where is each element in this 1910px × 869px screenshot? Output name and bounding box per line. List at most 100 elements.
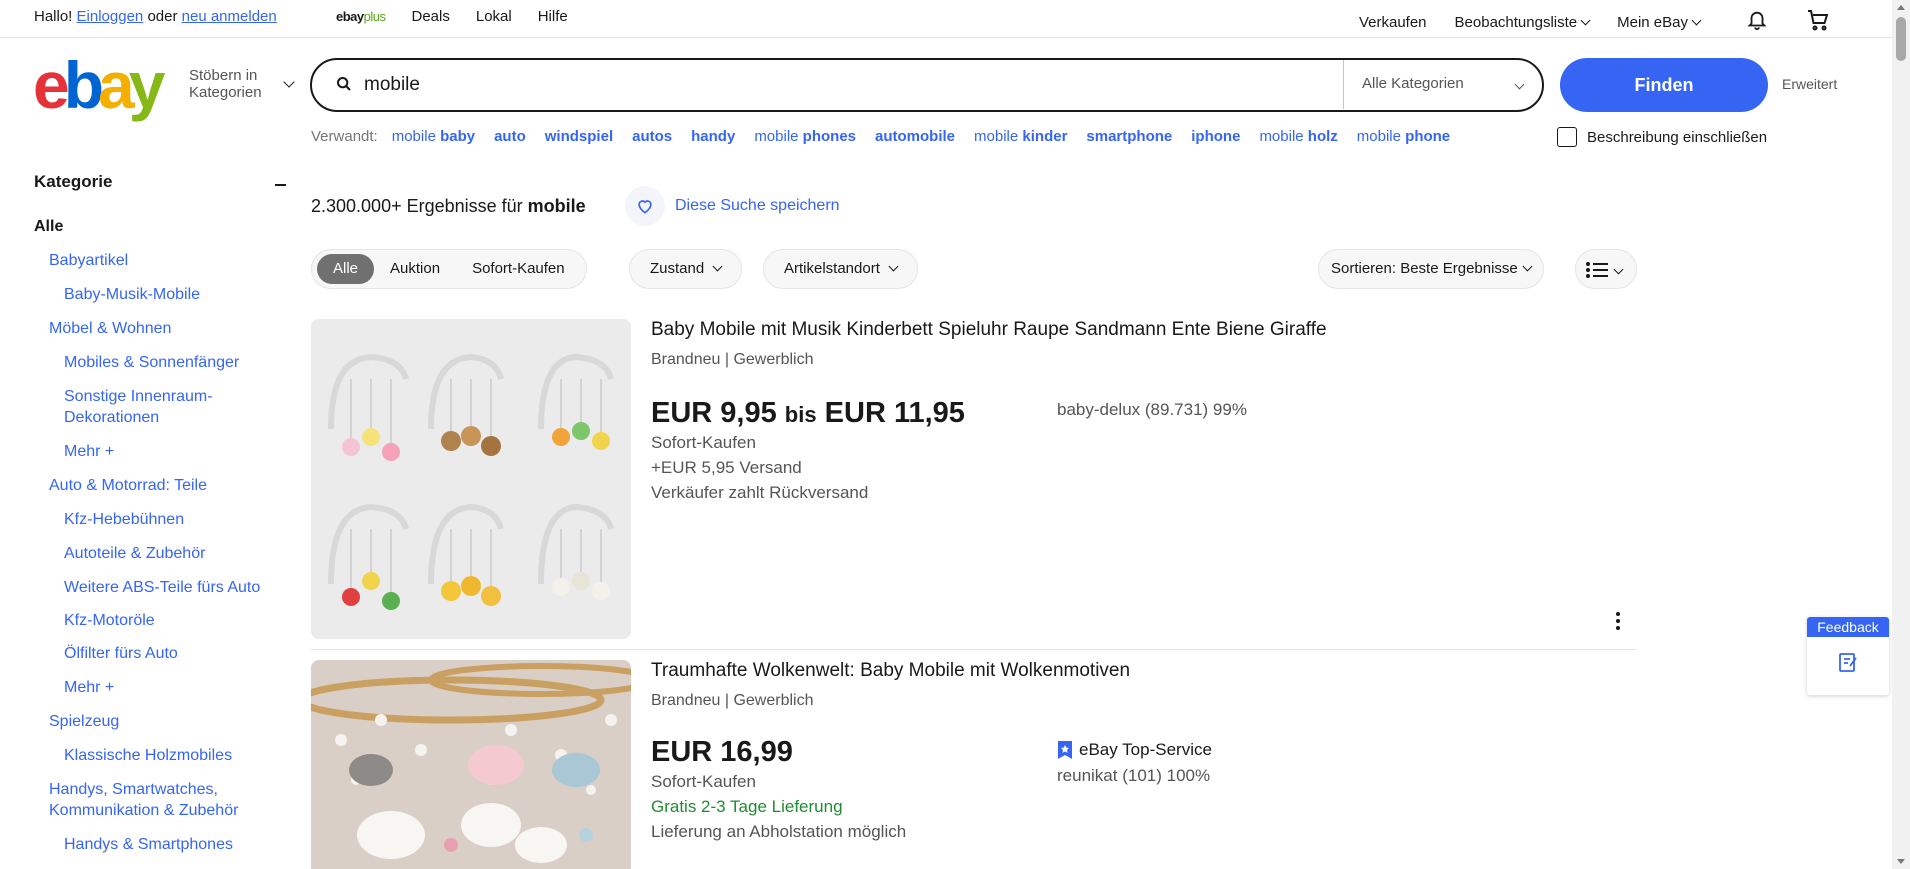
sidebar-item[interactable]: Weitere ABS-Teile fürs Auto xyxy=(64,577,260,598)
top-right-nav: Verkaufen Beobachtungsliste Mein eBay xyxy=(1359,8,1830,36)
cart-button[interactable] xyxy=(1806,8,1830,36)
segment-buy-now[interactable]: Sofort-Kaufen xyxy=(456,254,581,284)
feedback-widget[interactable]: Feedback xyxy=(1807,617,1889,695)
list-view-icon xyxy=(1586,262,1608,278)
ebay-plus-brand: ebay xyxy=(336,9,364,24)
find-button[interactable]: Finden xyxy=(1560,58,1768,112)
watchlist-menu[interactable]: Beobachtungsliste xyxy=(1454,13,1591,31)
segment-auction[interactable]: Auktion xyxy=(374,254,456,284)
listing-title[interactable]: Baby Mobile mit Musik Kinderbett Spieluh… xyxy=(651,319,1327,341)
scroll-down-arrow[interactable] xyxy=(1897,859,1905,864)
browse-categories-button[interactable]: Stöbern in Kategorien xyxy=(189,67,262,101)
sidebar-item-all[interactable]: Alle xyxy=(34,216,63,237)
related-link[interactable]: automobile xyxy=(875,128,955,145)
listing-title[interactable]: Traumhafte Wolkenwelt: Baby Mobile mit W… xyxy=(651,660,1130,682)
heart-icon xyxy=(638,200,652,214)
checkbox-label: Beschreibung einschließen xyxy=(1587,128,1768,146)
listing-image[interactable] xyxy=(311,319,631,639)
sidebar-item[interactable]: Handys & Smartphones xyxy=(64,834,233,855)
chevron-down-icon xyxy=(712,261,723,272)
search-icon xyxy=(337,77,351,91)
related-link[interactable]: windspiel xyxy=(545,128,613,145)
logo-letter: b xyxy=(63,48,104,122)
nav-local[interactable]: Lokal xyxy=(476,8,512,25)
category-chevron[interactable] xyxy=(1511,78,1525,96)
browse-chevron[interactable] xyxy=(280,76,295,94)
checkbox-box[interactable] xyxy=(1557,127,1577,147)
watchlist-label: Beobachtungsliste xyxy=(1454,13,1578,31)
more-options-button[interactable] xyxy=(1615,611,1621,636)
related-link[interactable]: mobile phones xyxy=(754,128,856,145)
sidebar-item[interactable]: Kfz-Motoröle xyxy=(64,610,155,631)
sidebar-item[interactable]: Ölfilter fürs Auto xyxy=(64,643,178,664)
logo-letter: a xyxy=(98,48,135,122)
view-toggle[interactable] xyxy=(1575,249,1637,289)
ebay-plus-link[interactable]: ebayplus xyxy=(336,9,386,24)
sidebar-item[interactable]: Klassische Holzmobiles xyxy=(64,745,232,766)
sidebar-item[interactable]: Mobiles & Sonnenfänger xyxy=(64,352,239,373)
related-link[interactable]: iphone xyxy=(1191,128,1240,145)
sidebar-more[interactable]: Mehr + xyxy=(64,441,114,462)
related-link[interactable]: smartphone xyxy=(1086,128,1172,145)
login-link[interactable]: Einloggen xyxy=(77,8,144,25)
sidebar-item[interactable]: Möbel & Wohnen xyxy=(49,318,171,339)
listing-image[interactable] xyxy=(311,660,631,869)
listing-condition: Brandneu | Gewerblich xyxy=(651,692,814,709)
segment-all[interactable]: Alle xyxy=(317,254,375,284)
feedback-label: Feedback xyxy=(1807,617,1889,637)
related-label: Verwandt: xyxy=(311,128,378,145)
sidebar-item[interactable]: Baby-Musik-Mobile xyxy=(64,284,200,305)
condition-filter[interactable]: Zustand xyxy=(629,249,743,289)
feedback-edit-icon xyxy=(1839,653,1857,672)
include-description-checkbox[interactable]: Beschreibung einschließen xyxy=(1557,127,1767,147)
notifications-button[interactable] xyxy=(1746,9,1768,35)
related-link[interactable]: mobile holz xyxy=(1259,128,1337,145)
listing-format: Sofort-Kaufen xyxy=(651,772,756,791)
sidebar-item[interactable]: Spielzeug xyxy=(49,711,119,732)
listing-delivery: Gratis 2-3 Tage Lieferung xyxy=(651,797,843,816)
advanced-search-link[interactable]: Erweitert xyxy=(1782,76,1837,92)
related-link[interactable]: auto xyxy=(494,128,526,145)
sidebar-item[interactable]: Kfz-Hebebühnen xyxy=(64,509,184,530)
sidebar-item[interactable]: Babyartikel xyxy=(49,250,128,271)
related-link[interactable]: autos xyxy=(632,128,672,145)
scroll-up-arrow[interactable] xyxy=(1897,5,1905,10)
collapse-icon[interactable] xyxy=(275,184,286,186)
browse-line1: Stöbern in xyxy=(189,67,258,84)
sidebar-item[interactable]: Auto & Motorrad: Teile xyxy=(49,475,207,496)
save-search-button[interactable]: Diese Suche speichern xyxy=(625,186,840,226)
related-link[interactable]: mobile kinder xyxy=(974,128,1067,145)
related-searches: Verwandt: mobile baby auto windspiel aut… xyxy=(311,128,1469,145)
listing-pickup: Lieferung an Abholstation möglich xyxy=(651,822,907,841)
chevron-down-icon xyxy=(1522,261,1533,272)
more-vertical-icon xyxy=(1616,612,1620,630)
scroll-thumb[interactable] xyxy=(1896,17,1906,61)
register-link[interactable]: neu anmelden xyxy=(182,8,277,25)
sell-link[interactable]: Verkaufen xyxy=(1359,14,1427,31)
related-link[interactable]: mobile phone xyxy=(1357,128,1450,145)
sidebar-item[interactable]: Autoteile & Zubehör xyxy=(64,543,205,564)
sidebar-item[interactable]: Sonstige Innenraum- Dekorationen xyxy=(64,386,213,428)
nav-deals[interactable]: Deals xyxy=(412,8,450,25)
listing-seller: reunikat (101) 100% xyxy=(1057,766,1211,785)
nav-help[interactable]: Hilfe xyxy=(538,8,568,25)
page-scrollbar[interactable] xyxy=(1892,0,1910,869)
related-link[interactable]: mobile baby xyxy=(392,128,475,145)
chevron-down-icon xyxy=(1691,15,1702,25)
ebay-logo[interactable]: ebay xyxy=(33,48,165,122)
listing-returns: Verkäufer zahlt Rückversand xyxy=(651,483,869,502)
listing-price: EUR 9,95 bis EUR 11,95 xyxy=(651,397,965,429)
sidebar-item[interactable]: Handys, Smartwatches, Kommunikation & Zub… xyxy=(49,779,238,821)
buying-format-segments: Alle Auktion Sofort-Kaufen xyxy=(311,249,587,289)
search-divider xyxy=(1343,60,1344,109)
my-ebay-label: Mein eBay xyxy=(1617,13,1688,31)
search-input[interactable]: mobile xyxy=(364,74,420,96)
top-service-label: eBay Top-Service xyxy=(1079,740,1212,759)
search-bar: mobile Alle Kategorien xyxy=(310,58,1544,112)
related-link[interactable]: handy xyxy=(691,128,735,145)
sidebar-more[interactable]: Mehr + xyxy=(64,677,114,698)
location-filter[interactable]: Artikelstandort xyxy=(763,249,918,289)
my-ebay-menu[interactable]: Mein eBay xyxy=(1617,13,1702,31)
category-select[interactable]: Alle Kategorien xyxy=(1362,75,1464,92)
sort-dropdown[interactable]: Sortieren: Beste Ergebnisse xyxy=(1318,249,1544,289)
